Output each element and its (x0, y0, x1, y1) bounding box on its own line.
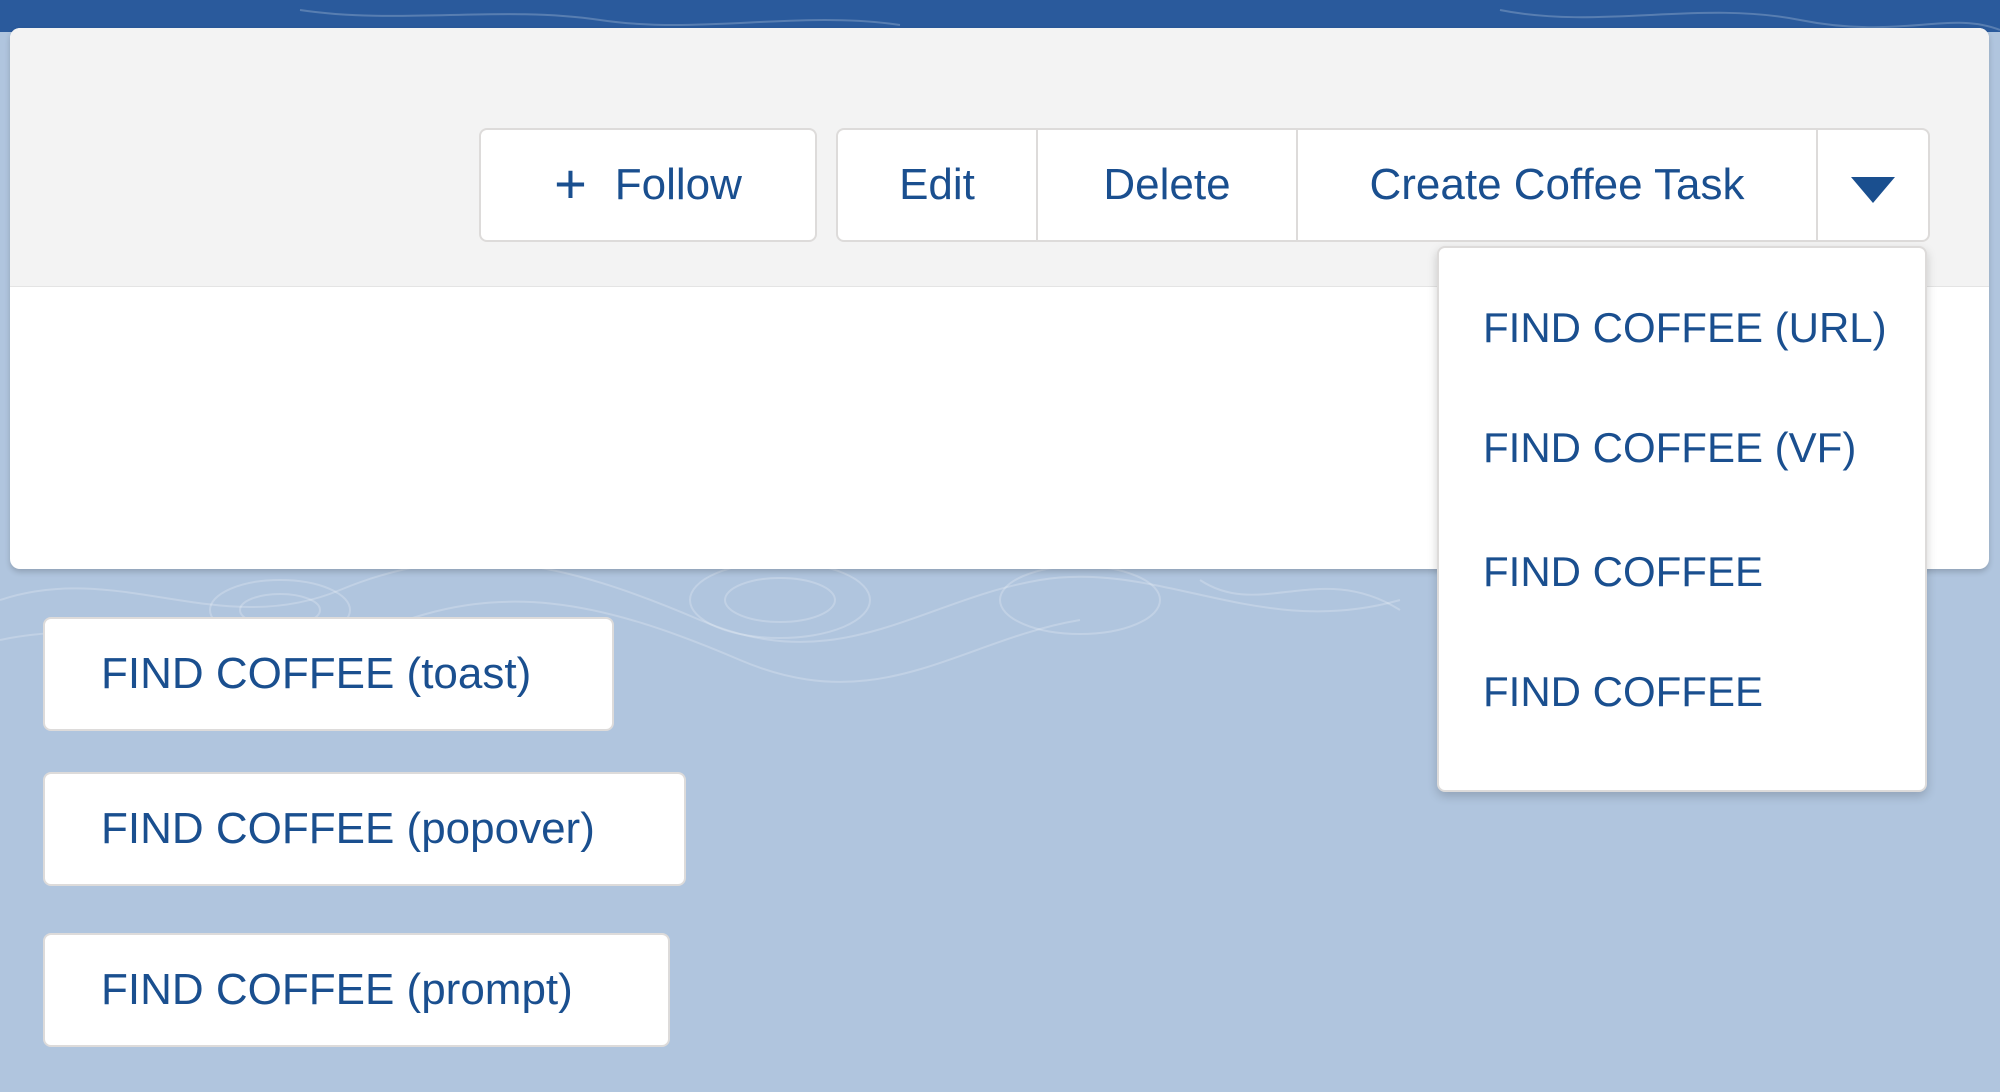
menu-item-find-coffee[interactable]: FIND COFFEE (1483, 668, 1763, 716)
find-coffee-toast-button[interactable]: FIND COFFEE (toast) (43, 617, 614, 731)
more-actions-button[interactable] (1818, 130, 1928, 240)
follow-button[interactable]: + Follow (479, 128, 817, 242)
delete-button[interactable]: Delete (1038, 130, 1298, 240)
more-actions-dropdown: FIND COFFEE (URL) FIND COFFEE (VF) FIND … (1437, 246, 1927, 792)
find-coffee-prompt-button[interactable]: FIND COFFEE (prompt) (43, 933, 670, 1047)
plus-icon: + (554, 151, 587, 215)
menu-item-find-coffee[interactable]: FIND COFFEE (1483, 548, 1763, 596)
actions-button-group: Edit Delete Create Coffee Task (836, 128, 1930, 242)
caret-down-icon (1851, 177, 1895, 203)
follow-label: Follow (614, 160, 742, 209)
menu-item-find-coffee-url[interactable]: FIND COFFEE (URL) (1483, 304, 1887, 352)
create-coffee-task-button[interactable]: Create Coffee Task (1298, 130, 1818, 240)
menu-item-find-coffee-vf[interactable]: FIND COFFEE (VF) (1483, 424, 1856, 472)
edit-button[interactable]: Edit (838, 130, 1038, 240)
find-coffee-popover-button[interactable]: FIND COFFEE (popover) (43, 772, 686, 886)
